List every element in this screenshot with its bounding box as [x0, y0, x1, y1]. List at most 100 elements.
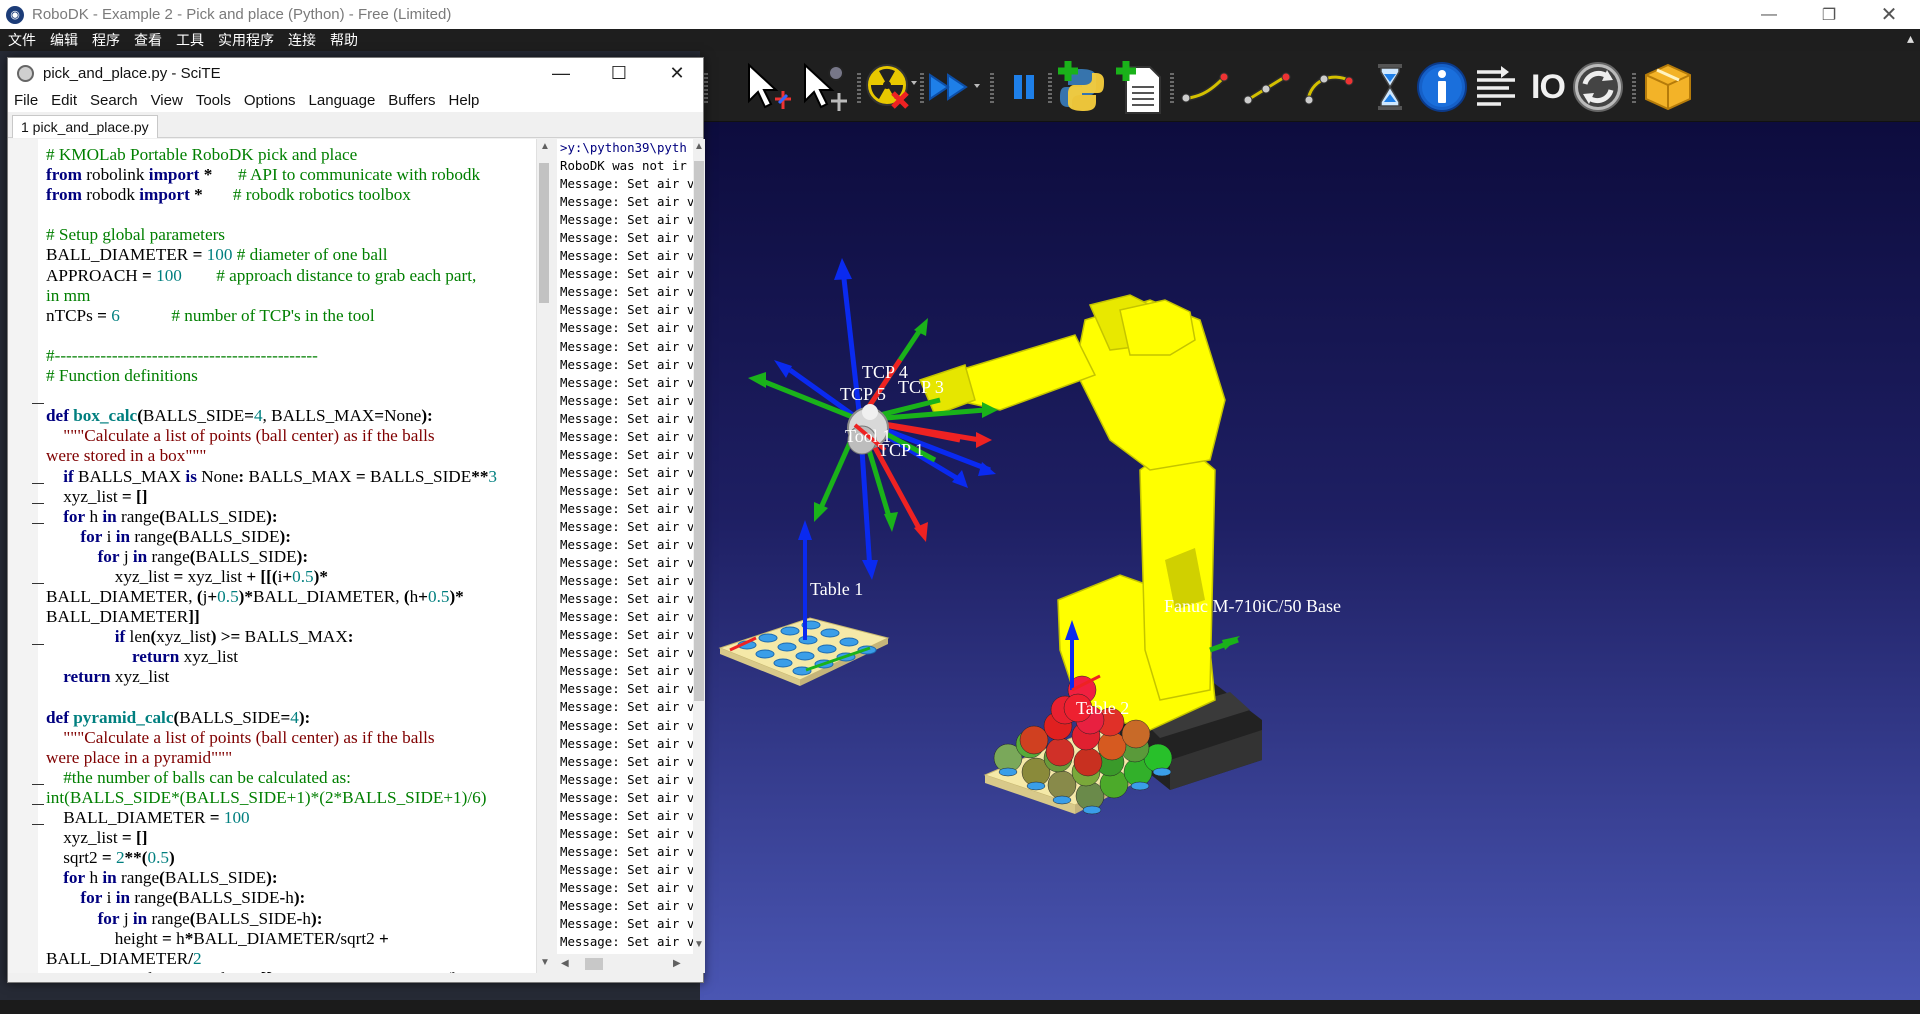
tool-tcp-frames — [748, 258, 998, 580]
scite-title-bar: pick_and_place.py - SciTE — ☐ ✕ — [8, 58, 703, 88]
menu-help[interactable]: 帮助 — [322, 30, 364, 50]
add-program-icon[interactable] — [1112, 59, 1168, 115]
output-line-message: Message: Set air v — [560, 518, 693, 534]
menu-file[interactable]: File — [8, 92, 45, 109]
menu-file[interactable]: 文件 — [0, 30, 42, 50]
table1-label: Table 1 — [810, 579, 864, 599]
tab-pick-and-place[interactable]: 1 pick_and_place.py — [12, 115, 158, 138]
menu-help[interactable]: Help — [443, 92, 487, 109]
select-pan-icon[interactable] — [796, 59, 852, 115]
output-line-message: Message: Set air v — [560, 555, 693, 571]
robodk-title-bar: ◉ RoboDK - Example 2 - Pick and place (P… — [0, 0, 1920, 29]
taskbar — [0, 1000, 1920, 1014]
menu-search[interactable]: Search — [84, 92, 145, 109]
fold-marker-icon[interactable] — [32, 644, 44, 645]
editor-scrollbar[interactable]: ▲ ▼ — [536, 139, 550, 973]
output-line-message: Message: Set air v — [560, 176, 693, 192]
menu-edit[interactable]: Edit — [45, 92, 84, 109]
robodk-logo-icon: ◉ — [6, 5, 24, 24]
output-scrollbar[interactable]: ▲ ▼ — [693, 139, 705, 954]
output-line-command: >y:\python39\pyth — [560, 140, 687, 155]
tcp5-label: TCP 5 — [840, 384, 886, 404]
fold-marker-icon[interactable] — [32, 403, 44, 404]
scroll-up-icon[interactable]: ▲ — [540, 141, 550, 152]
output-line-message: Message: Set air v — [560, 230, 693, 246]
info-icon[interactable] — [1414, 59, 1470, 115]
fold-marker-icon[interactable] — [32, 804, 44, 805]
menu-tools[interactable]: 工具 — [168, 30, 210, 50]
output-line-message: Message: Set air v — [560, 500, 693, 516]
output-line-message: Message: Set air v — [560, 897, 693, 913]
menu-language[interactable]: Language — [303, 92, 383, 109]
menu-view[interactable]: 查看 — [126, 30, 168, 50]
menu-options[interactable]: Options — [238, 92, 303, 109]
output-line-message: Message: Set air v — [560, 194, 693, 210]
fold-marker-icon[interactable] — [32, 784, 44, 785]
robodk-menu-bar: 文件 编辑 程序 查看 工具 实用程序 连接 帮助 ▴ — [0, 29, 1920, 51]
robot-base-label: Fanuc M-710iC/50 Base — [1164, 596, 1341, 616]
scrollbar-thumb[interactable] — [539, 163, 549, 303]
restore-icon[interactable]: ❐ — [1803, 0, 1855, 29]
move-joint-icon[interactable] — [1178, 59, 1234, 115]
menu-utilities[interactable]: 实用程序 — [210, 30, 280, 50]
add-python-program-icon[interactable] — [1054, 59, 1110, 115]
minimize-icon[interactable]: — — [532, 58, 590, 88]
io-icon[interactable]: IO — [1520, 59, 1576, 115]
3d-viewport[interactable]: TCP 4 TCP 5 TCP 3 Tool 1 TCP 1 Table 1 T… — [700, 122, 1920, 1000]
scite-window: pick_and_place.py - SciTE — ☐ ✕ File Edi… — [7, 57, 705, 983]
output-line-message: Message: Set air v — [560, 717, 693, 733]
menu-buffers[interactable]: Buffers — [382, 92, 442, 109]
output-horizontal-scrollbar[interactable]: ◀ ▶ — [557, 954, 705, 973]
scroll-left-icon[interactable]: ◀ — [561, 958, 569, 969]
move-linear-icon[interactable] — [1240, 59, 1296, 115]
output-line-message: Message: Set air v — [560, 537, 693, 553]
scrollbar-thumb[interactable] — [694, 161, 704, 701]
toolbar-separator — [1170, 73, 1174, 103]
pause-hourglass-icon[interactable] — [1362, 59, 1418, 115]
fold-marker-icon[interactable] — [32, 824, 44, 825]
menu-tools[interactable]: Tools — [190, 92, 238, 109]
menu-edit[interactable]: 编辑 — [42, 30, 84, 50]
box-icon[interactable] — [1640, 59, 1696, 115]
robodk-toolbar: IO — [700, 51, 1920, 122]
output-pane[interactable]: >y:\python39\pyth RoboDK was not ir Messag… — [557, 139, 693, 954]
fold-marker-icon[interactable] — [32, 523, 44, 524]
scroll-down-icon[interactable]: ▼ — [540, 957, 550, 968]
menu-overflow-icon[interactable]: ▴ — [1907, 31, 1914, 47]
close-icon[interactable]: ✕ — [648, 58, 706, 88]
scite-window-title: pick_and_place.py - SciTE — [43, 64, 221, 82]
output-line-message: Message: Set air v — [560, 591, 693, 607]
output-line-message: Message: Set air v — [560, 212, 693, 228]
menu-connect[interactable]: 连接 — [280, 30, 322, 50]
close-icon[interactable]: ✕ — [1863, 0, 1915, 29]
source-code[interactable]: # KMOLab Portable RoboDK pick and place … — [46, 145, 536, 973]
scroll-down-icon[interactable]: ▼ — [694, 939, 704, 950]
radiation-stop-icon[interactable] — [863, 59, 919, 115]
scroll-right-icon[interactable]: ▶ — [673, 958, 681, 969]
fold-marker-icon[interactable] — [32, 483, 44, 484]
menu-program[interactable]: 程序 — [84, 30, 126, 50]
pause-icon[interactable] — [996, 59, 1052, 115]
toolbar-separator — [1048, 73, 1052, 103]
move-circular-icon[interactable] — [1302, 59, 1358, 115]
select-rotate-icon[interactable] — [740, 59, 796, 115]
pane-splitter[interactable] — [550, 139, 557, 973]
output-line-message: Message: Set air v — [560, 392, 693, 408]
menu-view[interactable]: View — [145, 92, 190, 109]
code-editor[interactable]: # KMOLab Portable RoboDK pick and place … — [8, 139, 550, 973]
refresh-icon[interactable] — [1570, 59, 1626, 115]
output-line-message: Message: Set air v — [560, 464, 693, 480]
output-line-message: Message: Set air v — [560, 410, 693, 426]
maximize-icon[interactable]: ☐ — [590, 58, 648, 88]
output-line-message: Message: Set air v — [560, 699, 693, 715]
scrollbar-thumb[interactable] — [585, 958, 603, 970]
fast-forward-icon[interactable] — [926, 59, 982, 115]
output-line-message: Message: Set air v — [560, 861, 693, 877]
toolbar-separator — [990, 73, 994, 103]
fold-marker-icon[interactable] — [32, 503, 44, 504]
fold-marker-icon[interactable] — [32, 583, 44, 584]
minimize-icon[interactable]: — — [1743, 0, 1795, 29]
scroll-up-icon[interactable]: ▲ — [694, 141, 704, 152]
desktop: ◉ RoboDK - Example 2 - Pick and place (P… — [0, 0, 1920, 1014]
set-reference-icon[interactable] — [1468, 59, 1524, 115]
